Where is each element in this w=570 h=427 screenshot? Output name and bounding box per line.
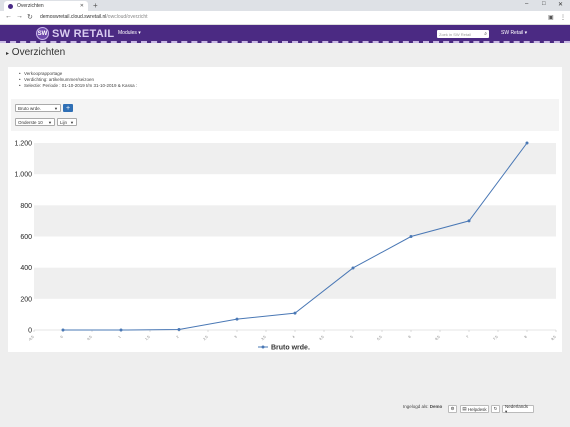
- chart-legend[interactable]: Bruto wrde.: [258, 345, 310, 352]
- app-header: SW SW RETAIL Modules ▾ Zoek in SW Retail…: [0, 25, 570, 43]
- new-tab-icon[interactable]: +: [93, 1, 98, 10]
- x-tick-label: 3,5: [260, 335, 266, 341]
- y-tick-label: 800: [20, 203, 32, 210]
- url-path: /owcloud/overzicht: [106, 14, 148, 20]
- modules-menu[interactable]: Modules ▾: [118, 30, 141, 36]
- x-tick-label: 5: [349, 335, 353, 339]
- data-point: [351, 266, 355, 270]
- x-tick-label: 6: [407, 335, 411, 339]
- data-point: [293, 311, 297, 315]
- x-tick-label: 3: [233, 335, 237, 339]
- data-point: [177, 328, 181, 332]
- x-tick-label: 7,5: [492, 335, 498, 341]
- gear-icon: ⚙: [450, 406, 455, 411]
- data-point: [235, 317, 239, 321]
- language-value: Nederlands ▾: [505, 403, 529, 414]
- x-tick-label: 5,5: [376, 335, 382, 341]
- page-title-text: Overzichten: [11, 47, 66, 58]
- x-tick-label: 4,5: [318, 335, 324, 341]
- sw-retail-logo[interactable]: SW SW RETAIL: [36, 27, 114, 40]
- x-tick-label: 8: [523, 335, 527, 339]
- favicon-icon: [8, 3, 13, 9]
- address-bar: ← → ↻ demoswretail.cloud.swretail.nl/owc…: [0, 11, 570, 25]
- x-tick-label: 2: [175, 335, 179, 339]
- back-icon[interactable]: ←: [5, 13, 12, 20]
- url-host: demoswretail.cloud.swretail.nl: [40, 14, 107, 20]
- search-input[interactable]: Zoek in SW Retail ⌕: [437, 30, 489, 38]
- y-tick-label: 1.200: [14, 141, 32, 148]
- logged-in-label: Ingelogd als:: [403, 404, 429, 409]
- tab-title: Overzichten: [17, 3, 44, 9]
- settings-button[interactable]: ⚙: [448, 405, 457, 413]
- data-point: [61, 328, 65, 332]
- browser-tabbar: Overzichten ✕ + – □ ✕: [0, 0, 570, 11]
- reload-icon[interactable]: ↻: [27, 13, 33, 21]
- y-tick-label: 400: [20, 265, 32, 272]
- search-placeholder: Zoek in SW Retail: [439, 31, 472, 37]
- x-tick-label: 0: [59, 335, 63, 339]
- search-icon[interactable]: ⌕: [484, 31, 489, 37]
- legend-marker: [261, 345, 265, 349]
- y-tick-label: 1.000: [14, 172, 32, 179]
- x-tick-label: 7: [465, 335, 469, 339]
- logo-text: SW RETAIL: [52, 27, 115, 40]
- x-tick-label: 4: [291, 335, 295, 339]
- close-tab-icon[interactable]: ✕: [80, 3, 84, 9]
- data-point: [467, 219, 471, 223]
- x-tick-label: 1,5: [144, 335, 150, 341]
- data-point: [525, 141, 529, 145]
- y-tick-label: 600: [20, 234, 32, 241]
- x-tick-label: 2,5: [202, 335, 208, 341]
- minimize-icon[interactable]: –: [525, 1, 528, 7]
- help-icon: ▤: [462, 406, 467, 411]
- y-tick-label: 200: [20, 296, 32, 303]
- x-tick-label: 0,5: [86, 335, 92, 341]
- x-tick-label: 1: [117, 335, 121, 339]
- grid-band: [34, 267, 556, 299]
- data-point: [409, 235, 413, 238]
- grid-band: [34, 143, 556, 175]
- profile-icon[interactable]: ▣: [548, 14, 554, 21]
- page-title[interactable]: ▸ Overzichten: [6, 47, 65, 58]
- maximize-icon[interactable]: □: [542, 1, 546, 7]
- url-field[interactable]: demoswretail.cloud.swretail.nl/owcloud/o…: [40, 14, 148, 20]
- forward-icon[interactable]: →: [16, 13, 23, 20]
- logged-in-info: Ingelogd als: Demo: [403, 404, 442, 409]
- browser-menu-icon[interactable]: ⋮: [560, 14, 566, 21]
- helpdesk-button[interactable]: ▤ Helpdesk: [460, 405, 489, 413]
- x-tick-label: 6,5: [434, 335, 440, 341]
- x-tick-label: -0,5: [28, 335, 35, 342]
- browser-tab[interactable]: Overzichten ✕: [4, 1, 88, 11]
- line-chart: 02004006008001.0001.200 -0,5 0 0,5 1 1,5 2 2,5…: [14, 141, 556, 352]
- report-card: Verkooprapportage Verdichting: artikelnu…: [8, 67, 562, 352]
- logged-in-user: Demo: [429, 404, 443, 409]
- data-point: [119, 328, 123, 332]
- legend-label: Bruto wrde.: [271, 345, 310, 352]
- refresh-button[interactable]: ↻: [491, 405, 500, 413]
- user-menu[interactable]: SW Retail ▾: [501, 30, 527, 36]
- x-tick-label: 8,5: [550, 335, 556, 341]
- language-select[interactable]: Nederlands ▾: [502, 403, 534, 414]
- helpdesk-label: Helpdesk: [467, 406, 487, 412]
- logo-mark: SW: [36, 27, 49, 40]
- collapse-caret-icon: ▸: [6, 51, 10, 57]
- window-close-icon[interactable]: ✕: [558, 1, 563, 8]
- y-tick-label: 0: [28, 328, 32, 335]
- refresh-icon: ↻: [493, 406, 498, 411]
